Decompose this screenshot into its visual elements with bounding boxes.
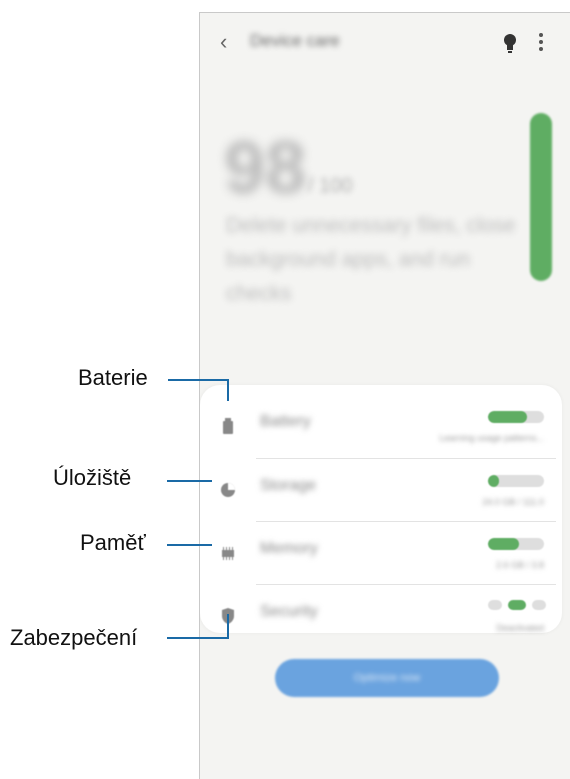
callout-security: Zabezpečení [10,625,138,650]
callout-line-battery [168,379,229,381]
care-score: 98 [224,126,307,209]
memory-progress-bar [488,538,544,550]
callout-line-security-vertical [227,614,229,639]
memory-detail: 2.6 GB / 3.8 [495,560,544,570]
lightbulb-icon[interactable] [503,33,517,55]
battery-progress-bar [488,411,544,423]
top-bar: ‹ Device care [200,13,570,73]
callout-line-battery-vertical [227,379,229,401]
storage-progress-fill [488,475,500,487]
callout-line-memory [167,544,212,546]
memory-row[interactable]: Memory 2.6 GB / 3.8 [200,522,562,584]
optimize-now-label: Optimize now [353,672,421,684]
phone-screen: ‹ Device care 98 / 100 Delete unnecessar… [199,12,570,779]
memory-label: Memory [260,540,318,557]
security-label: Security [260,603,318,620]
security-detail: Deactivated [496,623,544,633]
callout-battery: Baterie [78,365,148,390]
battery-row[interactable]: Battery Learning usage patterns... [200,395,562,457]
more-options-icon[interactable] [538,33,544,55]
device-care-card: Battery Learning usage patterns... Stora… [200,385,562,633]
security-row[interactable]: Security Deactivated [200,585,562,647]
storage-progress-bar [488,475,544,487]
storage-label: Storage [260,477,317,494]
care-score-unit: / 100 [308,175,353,197]
score-indicator-bar [530,113,552,281]
battery-label: Battery [260,413,311,430]
storage-detail: 24.0 GB / 111.0 [482,497,544,507]
battery-icon [223,418,233,434]
battery-progress-fill [488,411,528,423]
battery-detail: Learning usage patterns... [439,433,544,443]
page-title: Device care [250,31,340,50]
callout-line-storage [167,480,212,482]
storage-pie-icon [221,483,235,497]
care-description: Delete unnecessary files, close backgrou… [226,214,516,305]
memory-progress-fill [488,538,519,550]
memory-chip-icon [222,547,234,560]
back-arrow-icon[interactable]: ‹ [220,31,234,53]
callout-line-security [167,637,229,639]
callout-memory: Paměť [80,530,146,555]
callout-storage: Úložiště [53,465,132,490]
security-status-dots [488,599,548,613]
storage-row[interactable]: Storage 24.0 GB / 111.0 [200,459,562,521]
optimize-now-button[interactable]: Optimize now [275,659,499,697]
